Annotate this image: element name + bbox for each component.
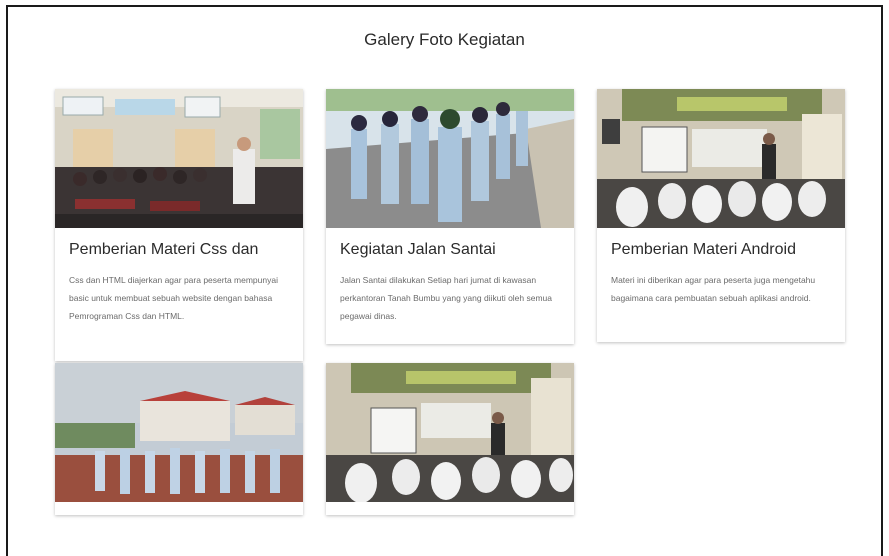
gallery-card[interactable]: Kegiatan Jalan Santai Jalan Santai dilak… [326,89,574,344]
field-assembly-photo [55,363,303,502]
gallery-card[interactable]: Pemberian Materi Android Materi ini dibe… [597,89,845,342]
card-description: Materi ini diberikan agar para peserta j… [611,275,816,303]
gallery-card[interactable] [326,363,574,515]
gallery-title: Galery Foto Kegiatan [364,30,525,49]
card-description: Css dan HTML diajerkan agar para peserta… [69,275,278,321]
card-title: Kegiatan Jalan Santai [340,241,496,258]
seminar-room-photo [326,363,574,502]
card-title: Pemberian Materi Android [611,241,796,258]
students-walking-photo [326,89,574,228]
android-class-photo [597,89,845,228]
card-title: Pemberian Materi Css dan [69,241,259,258]
classroom-group-photo [55,89,303,228]
gallery-card[interactable]: Pemberian Materi Css dan Css dan HTML di… [55,89,303,361]
card-description: Jalan Santai dilakukan Setiap hari jumat… [340,275,553,321]
gallery-card[interactable] [55,363,303,515]
